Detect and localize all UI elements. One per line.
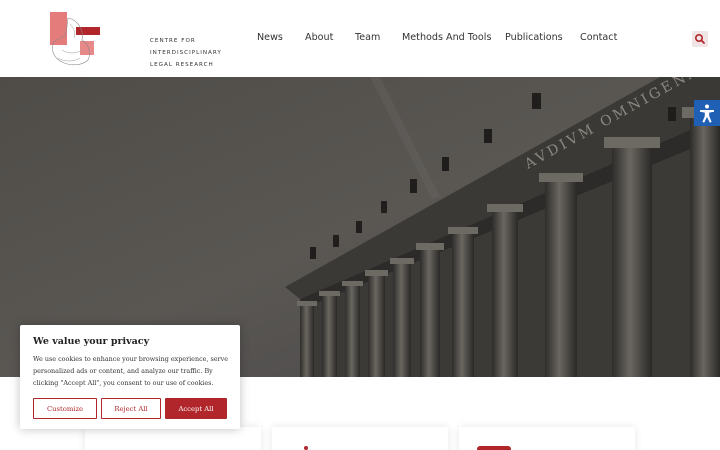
nav-contact[interactable]: Contact <box>580 32 617 43</box>
nav-team[interactable]: Team <box>355 32 380 43</box>
search-icon <box>694 33 705 44</box>
accessibility-icon <box>700 104 714 123</box>
nav-news[interactable]: News <box>257 32 283 43</box>
customize-button[interactable]: Customize <box>33 398 97 419</box>
nav-about[interactable]: About <box>305 32 333 43</box>
accept-all-button[interactable]: Accept All <box>165 398 227 419</box>
logo-line-1: CENTRE FOR <box>150 38 196 44</box>
card-3-icon <box>477 446 511 450</box>
nav-publications[interactable]: Publications <box>505 32 563 43</box>
feature-card-2[interactable] <box>272 427 448 450</box>
logo-text: CENTRE FOR INTERDISCIPLINARY LEGAL RESEA… <box>150 35 222 71</box>
logo-line-3: LEGAL RESEARCH <box>150 62 214 68</box>
site-header: CENTRE FOR INTERDISCIPLINARY LEGAL RESEA… <box>0 0 720 77</box>
feature-card-3[interactable] <box>459 427 635 450</box>
accessibility-button[interactable] <box>694 100 720 126</box>
logo-line-2: INTERDISCIPLINARY <box>150 50 222 56</box>
logo-mark <box>50 12 100 66</box>
cookie-description: We use cookies to enhance your browsing … <box>33 355 229 387</box>
reject-all-button[interactable]: Reject All <box>101 398 161 419</box>
nav-methods-and-tools[interactable]: Methods And Tools <box>402 32 491 43</box>
feature-card-1[interactable] <box>85 427 261 450</box>
card-2-icon <box>304 446 308 450</box>
search-button[interactable] <box>692 31 708 47</box>
cookie-consent-banner: We value your privacy We use cookies to … <box>20 325 240 429</box>
site-logo[interactable]: CENTRE FOR INTERDISCIPLINARY LEGAL RESEA… <box>48 10 221 68</box>
cookie-title: We value your privacy <box>33 336 150 347</box>
